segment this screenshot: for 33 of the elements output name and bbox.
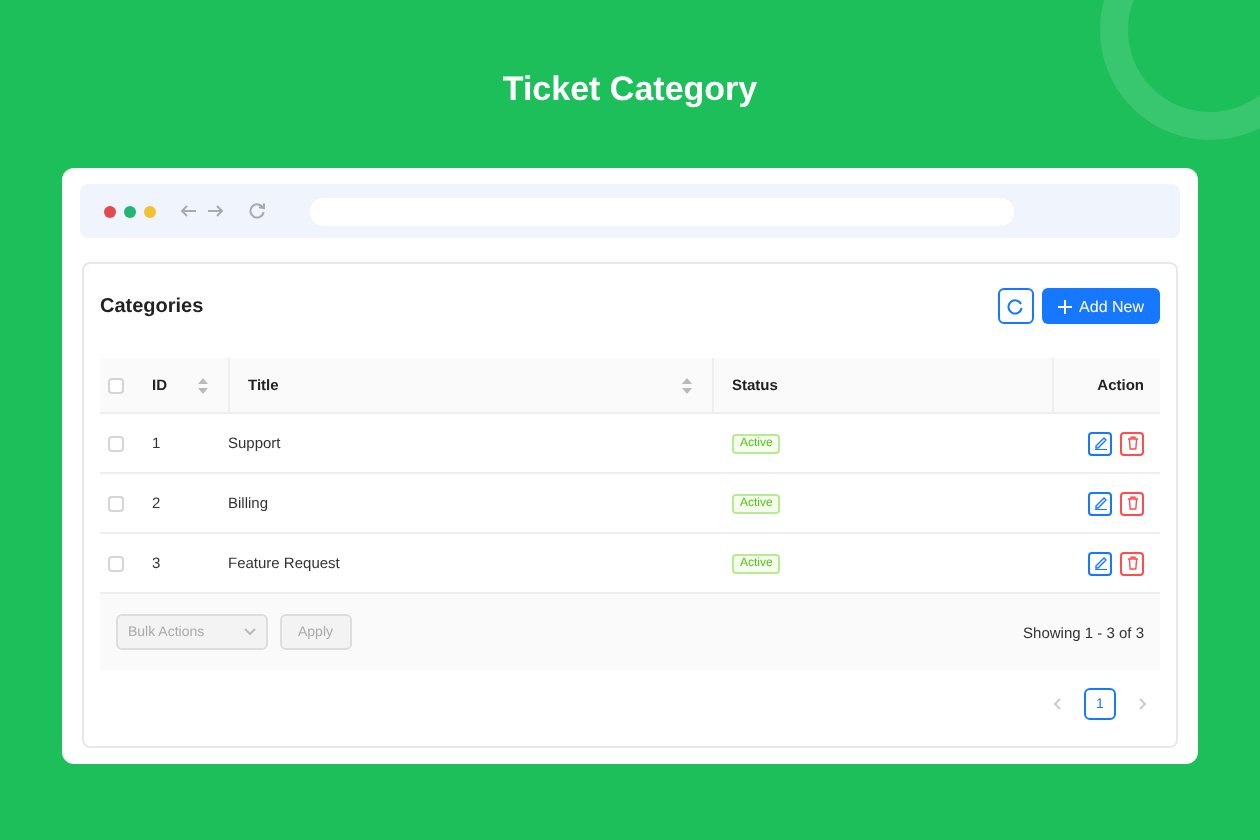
delete-button[interactable] — [1120, 551, 1144, 575]
chevron-down-icon — [244, 628, 256, 636]
reload-icon[interactable] — [248, 202, 266, 220]
row-checkbox[interactable] — [108, 495, 124, 511]
edit-button[interactable] — [1088, 491, 1112, 515]
forward-arrow-icon[interactable] — [206, 204, 224, 218]
pencil-icon — [1093, 556, 1107, 570]
minimize-dot-icon[interactable] — [144, 205, 156, 217]
trash-icon — [1125, 556, 1139, 570]
delete-button[interactable] — [1120, 491, 1144, 515]
edit-button[interactable] — [1088, 431, 1112, 455]
close-dot-icon[interactable] — [104, 205, 116, 217]
delete-button[interactable] — [1120, 431, 1144, 455]
select-all-checkbox[interactable] — [108, 377, 124, 393]
maximize-dot-icon[interactable] — [124, 205, 136, 217]
trash-icon — [1125, 496, 1139, 510]
back-arrow-icon[interactable] — [180, 204, 198, 218]
row-checkbox[interactable] — [108, 435, 124, 451]
pencil-icon — [1093, 496, 1107, 510]
previous-page-icon[interactable] — [1052, 698, 1064, 710]
card-title: Categories — [100, 295, 206, 317]
plus-icon — [1057, 299, 1072, 313]
edit-button[interactable] — [1088, 551, 1112, 575]
sort-icon[interactable] — [198, 377, 208, 393]
add-new-button[interactable]: Add New — [1041, 288, 1160, 324]
refresh-button[interactable] — [997, 288, 1034, 324]
page-title: Ticket Category — [502, 68, 758, 112]
pencil-icon — [1093, 436, 1107, 450]
next-page-icon[interactable] — [1136, 698, 1148, 710]
row-checkbox[interactable] — [108, 555, 124, 571]
sort-icon[interactable] — [682, 377, 692, 393]
refresh-icon — [1006, 297, 1025, 315]
trash-icon — [1125, 436, 1139, 450]
